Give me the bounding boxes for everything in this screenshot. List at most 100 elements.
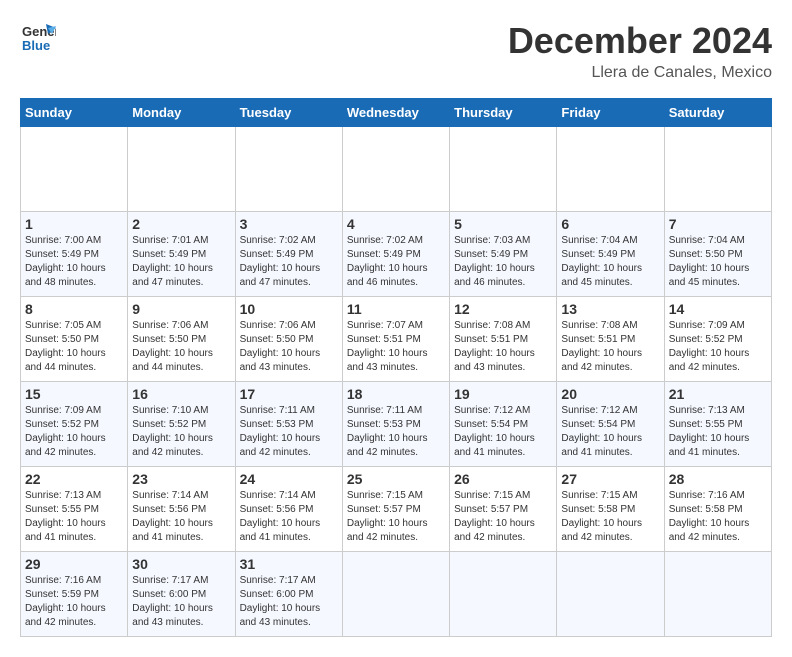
location-title: Llera de Canales, Mexico <box>508 64 772 82</box>
day-number: 22 <box>25 471 123 487</box>
day-number: 3 <box>240 216 338 232</box>
day-cell <box>557 127 664 212</box>
day-info: Sunrise: 7:04 AMSunset: 5:49 PMDaylight:… <box>561 234 659 290</box>
day-header-tuesday: Tuesday <box>235 99 342 127</box>
day-header-friday: Friday <box>557 99 664 127</box>
day-cell: 10Sunrise: 7:06 AMSunset: 5:50 PMDayligh… <box>235 297 342 382</box>
day-cell: 24Sunrise: 7:14 AMSunset: 5:56 PMDayligh… <box>235 467 342 552</box>
day-cell <box>664 127 771 212</box>
day-cell: 26 Sunrise: 7:15 AMSunset: 5:57 PMDayligh… <box>450 467 557 552</box>
day-info: Sunrise: 7:15 AMSunset: 5:57 PMDaylight:… <box>454 489 552 545</box>
day-info: Sunrise: 7:05 AMSunset: 5:50 PMDaylight:… <box>25 319 123 375</box>
month-title: December 2024 <box>508 20 772 62</box>
day-info: Sunrise: 7:14 AMSunset: 5:56 PMDaylight:… <box>132 489 230 545</box>
day-header-wednesday: Wednesday <box>342 99 449 127</box>
days-header-row: SundayMondayTuesdayWednesdayThursdayFrid… <box>21 99 772 127</box>
day-cell: 8Sunrise: 7:05 AMSunset: 5:50 PMDaylight… <box>21 297 128 382</box>
day-cell: 14 Sunrise: 7:09 AMSunset: 5:52 PMDayligh… <box>664 297 771 382</box>
day-cell: 13 Sunrise: 7:08 AMSunset: 5:51 PMDayligh… <box>557 297 664 382</box>
day-info: Sunrise: 7:11 AMSunset: 5:53 PMDaylight:… <box>347 404 445 460</box>
day-number: 30 <box>132 556 230 572</box>
day-cell: 6 Sunrise: 7:04 AMSunset: 5:49 PMDaylight… <box>557 212 664 297</box>
week-row-1: 1 Sunrise: 7:00 AMSunset: 5:49 PMDaylight… <box>21 212 772 297</box>
day-number: 26 <box>454 471 552 487</box>
day-number: 20 <box>561 386 659 402</box>
day-cell: 30 Sunrise: 7:17 AMSunset: 6:00 PMDayligh… <box>128 552 235 637</box>
day-number: 14 <box>669 301 767 317</box>
day-number: 15 <box>25 386 123 402</box>
day-info: Sunrise: 7:03 AMSunset: 5:49 PMDaylight:… <box>454 234 552 290</box>
day-cell <box>450 127 557 212</box>
day-number: 6 <box>561 216 659 232</box>
week-row-5: 29Sunrise: 7:16 AMSunset: 5:59 PMDayligh… <box>21 552 772 637</box>
day-info: Sunrise: 7:10 AMSunset: 5:52 PMDaylight:… <box>132 404 230 460</box>
day-cell: 15 Sunrise: 7:09 AMSunset: 5:52 PMDayligh… <box>21 382 128 467</box>
day-info: Sunrise: 7:04 AMSunset: 5:50 PMDaylight:… <box>669 234 767 290</box>
day-number: 31 <box>240 556 338 572</box>
day-cell: 20 Sunrise: 7:12 AMSunset: 5:54 PMDayligh… <box>557 382 664 467</box>
day-number: 28 <box>669 471 767 487</box>
day-number: 25 <box>347 471 445 487</box>
day-header-monday: Monday <box>128 99 235 127</box>
day-number: 27 <box>561 471 659 487</box>
day-info: Sunrise: 7:02 AMSunset: 5:49 PMDaylight:… <box>240 234 338 290</box>
day-cell: 9 Sunrise: 7:06 AMSunset: 5:50 PMDaylight… <box>128 297 235 382</box>
day-cell: 3 Sunrise: 7:02 AMSunset: 5:49 PMDaylight… <box>235 212 342 297</box>
day-number: 2 <box>132 216 230 232</box>
day-number: 1 <box>25 216 123 232</box>
day-number: 9 <box>132 301 230 317</box>
week-row-4: 22 Sunrise: 7:13 AMSunset: 5:55 PMDayligh… <box>21 467 772 552</box>
day-info: Sunrise: 7:16 AMSunset: 5:59 PMDaylight:… <box>25 574 123 630</box>
day-info: Sunrise: 7:16 AMSunset: 5:58 PMDaylight:… <box>669 489 767 545</box>
day-info: Sunrise: 7:00 AMSunset: 5:49 PMDaylight:… <box>25 234 123 290</box>
day-header-thursday: Thursday <box>450 99 557 127</box>
day-cell: 23 Sunrise: 7:14 AMSunset: 5:56 PMDayligh… <box>128 467 235 552</box>
day-number: 12 <box>454 301 552 317</box>
day-cell <box>342 127 449 212</box>
day-cell: 17Sunrise: 7:11 AMSunset: 5:53 PMDayligh… <box>235 382 342 467</box>
day-cell <box>128 127 235 212</box>
day-info: Sunrise: 7:13 AMSunset: 5:55 PMDaylight:… <box>669 404 767 460</box>
day-number: 13 <box>561 301 659 317</box>
day-number: 19 <box>454 386 552 402</box>
day-cell: 4Sunrise: 7:02 AMSunset: 5:49 PMDaylight… <box>342 212 449 297</box>
day-cell: 18 Sunrise: 7:11 AMSunset: 5:53 PMDayligh… <box>342 382 449 467</box>
day-cell <box>664 552 771 637</box>
day-info: Sunrise: 7:17 AMSunset: 6:00 PMDaylight:… <box>132 574 230 630</box>
day-info: Sunrise: 7:13 AMSunset: 5:55 PMDaylight:… <box>25 489 123 545</box>
day-info: Sunrise: 7:06 AMSunset: 5:50 PMDaylight:… <box>132 319 230 375</box>
day-number: 7 <box>669 216 767 232</box>
day-info: Sunrise: 7:12 AMSunset: 5:54 PMDaylight:… <box>454 404 552 460</box>
logo-icon: General Blue <box>20 20 56 61</box>
logo: General Blue <box>20 20 56 61</box>
day-info: Sunrise: 7:07 AMSunset: 5:51 PMDaylight:… <box>347 319 445 375</box>
day-cell: 22 Sunrise: 7:13 AMSunset: 5:55 PMDayligh… <box>21 467 128 552</box>
day-info: Sunrise: 7:09 AMSunset: 5:52 PMDaylight:… <box>25 404 123 460</box>
day-cell: 31 Sunrise: 7:17 AMSunset: 6:00 PMDayligh… <box>235 552 342 637</box>
day-cell: 28 Sunrise: 7:16 AMSunset: 5:58 PMDayligh… <box>664 467 771 552</box>
day-info: Sunrise: 7:12 AMSunset: 5:54 PMDaylight:… <box>561 404 659 460</box>
day-cell: 21Sunrise: 7:13 AMSunset: 5:55 PMDayligh… <box>664 382 771 467</box>
day-info: Sunrise: 7:09 AMSunset: 5:52 PMDaylight:… <box>669 319 767 375</box>
day-info: Sunrise: 7:17 AMSunset: 6:00 PMDaylight:… <box>240 574 338 630</box>
week-row-3: 15 Sunrise: 7:09 AMSunset: 5:52 PMDayligh… <box>21 382 772 467</box>
day-info: Sunrise: 7:15 AMSunset: 5:57 PMDaylight:… <box>347 489 445 545</box>
day-number: 11 <box>347 301 445 317</box>
day-number: 23 <box>132 471 230 487</box>
day-info: Sunrise: 7:08 AMSunset: 5:51 PMDaylight:… <box>561 319 659 375</box>
day-number: 5 <box>454 216 552 232</box>
title-area: December 2024 Llera de Canales, Mexico <box>508 20 772 82</box>
day-header-saturday: Saturday <box>664 99 771 127</box>
week-row-0 <box>21 127 772 212</box>
day-cell: 12 Sunrise: 7:08 AMSunset: 5:51 PMDayligh… <box>450 297 557 382</box>
day-cell: 7 Sunrise: 7:04 AMSunset: 5:50 PMDaylight… <box>664 212 771 297</box>
week-row-2: 8Sunrise: 7:05 AMSunset: 5:50 PMDaylight… <box>21 297 772 382</box>
day-cell: 29Sunrise: 7:16 AMSunset: 5:59 PMDayligh… <box>21 552 128 637</box>
day-cell: 5 Sunrise: 7:03 AMSunset: 5:49 PMDaylight… <box>450 212 557 297</box>
day-number: 18 <box>347 386 445 402</box>
day-number: 17 <box>240 386 338 402</box>
day-cell: 25 Sunrise: 7:15 AMSunset: 5:57 PMDayligh… <box>342 467 449 552</box>
day-info: Sunrise: 7:08 AMSunset: 5:51 PMDaylight:… <box>454 319 552 375</box>
day-info: Sunrise: 7:01 AMSunset: 5:49 PMDaylight:… <box>132 234 230 290</box>
day-number: 24 <box>240 471 338 487</box>
